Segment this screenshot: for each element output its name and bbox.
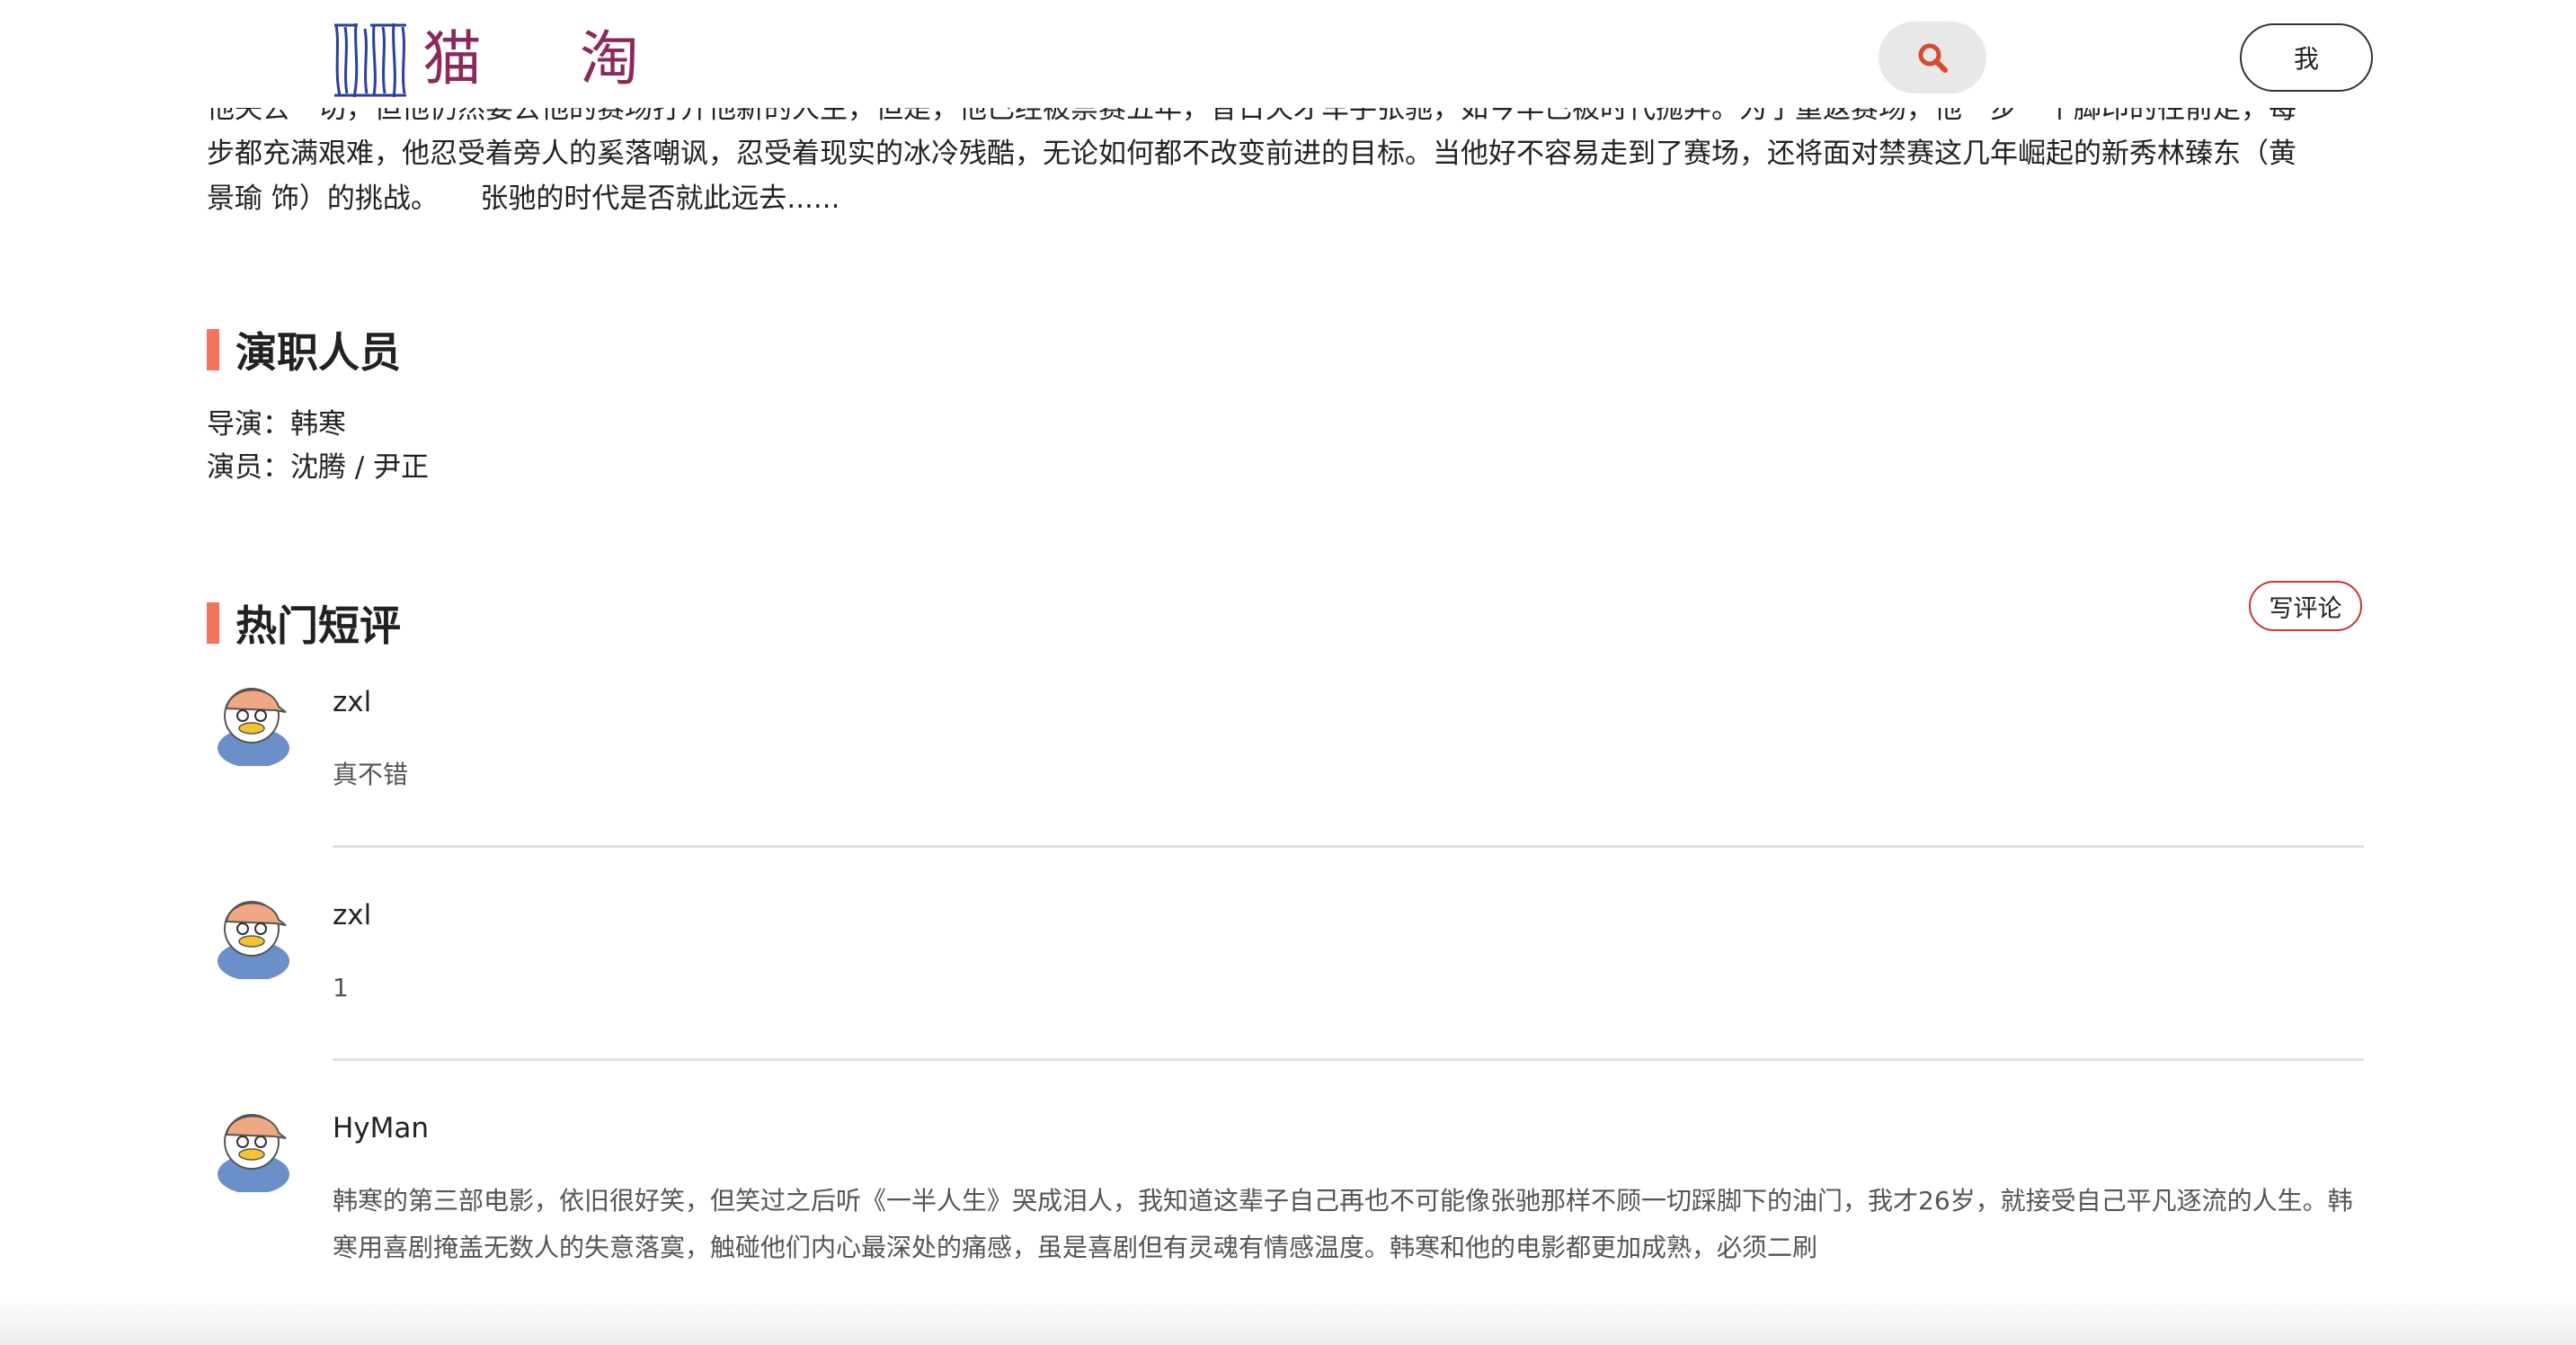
comment-item: HyMan 韩寒的第三部电影，依旧很好笑，但笑过之后听《一半人生》哭成泪人，我知… [207, 1102, 2364, 1271]
comment-divider [333, 845, 2364, 848]
top-header: 猫 淘 我 [0, 0, 2576, 108]
avatar[interactable] [212, 1102, 295, 1192]
comment-item: zxl 真不错 [207, 676, 2364, 848]
logo-text: 猫 淘 [422, 24, 679, 94]
me-button[interactable]: 我 [2240, 23, 2373, 92]
comment-text: 韩寒的第三部电影，依旧很好笑，但笑过之后听《一半人生》哭成泪人，我知道这辈子自己… [333, 1186, 2353, 1262]
search-button[interactable] [1879, 22, 1986, 94]
comment-item: zxl 1 [207, 889, 2364, 1061]
reviews-section-title: 热门短评 [207, 593, 401, 653]
comment-username[interactable]: zxl [333, 676, 2364, 721]
cast-section-title: 演职人员 [207, 320, 401, 379]
search-icon [1918, 43, 1948, 73]
cast-title-text: 演职人员 [235, 328, 401, 377]
section-accent-bar [207, 329, 219, 370]
comment-list: zxl 真不错 zxl 1 HyMan 韩寒的第三部电影，依旧很好笑，但笑过之后… [207, 676, 2364, 1271]
synopsis-line: 景瑜 饰）的挑战。 张驰的时代是否就此远去...... [207, 183, 840, 215]
actors-line: 演员：沈腾 / 尹正 [207, 451, 430, 484]
comment-username[interactable]: zxl [333, 889, 2364, 934]
comment-text: 1 [333, 973, 349, 1002]
comment-username[interactable]: HyMan [333, 1102, 2364, 1147]
write-review-button[interactable]: 写评论 [2249, 581, 2362, 631]
avatar[interactable] [212, 889, 295, 979]
director-line: 导演：韩寒 [207, 408, 346, 441]
section-accent-bar [207, 602, 219, 644]
reviews-title-text: 热门短评 [235, 601, 401, 650]
comment-divider [333, 1058, 2364, 1061]
logo-mark-icon [334, 22, 406, 98]
comment-text: 真不错 [333, 760, 409, 789]
avatar[interactable] [212, 676, 295, 766]
synopsis-line: 步都充满艰难，他忍受着旁人的奚落嘲讽，忍受着现实的冰冷残酷，无论如何都不改变前进… [207, 138, 2296, 170]
site-logo[interactable]: 猫 淘 [331, 18, 679, 101]
credits: 导演：韩寒 演员：沈腾 / 尹正 [207, 403, 429, 489]
bottom-fade [0, 1295, 2576, 1345]
